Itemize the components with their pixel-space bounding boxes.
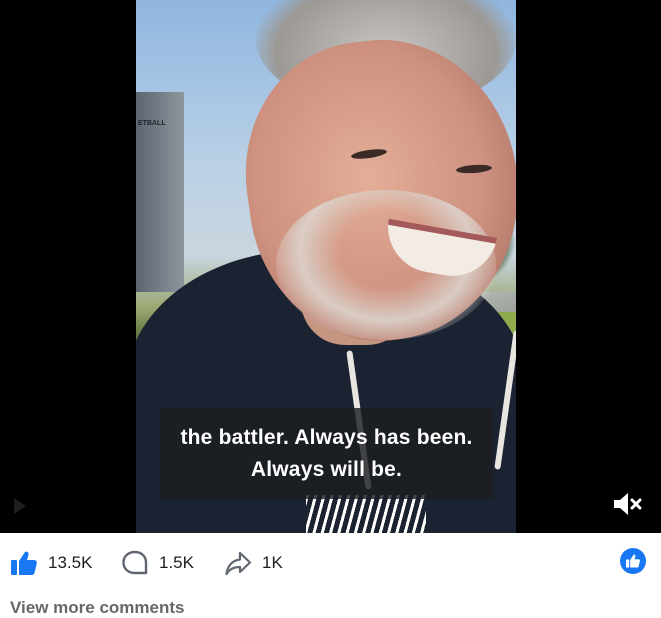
video-controls — [0, 490, 661, 520]
caption-line-1: the battler. Always has been. — [180, 425, 473, 449]
like-reaction-badge[interactable] — [620, 548, 646, 574]
sign-text: ETBALL — [138, 120, 166, 127]
like-button[interactable]: 13.5K — [10, 549, 92, 577]
play-icon[interactable] — [14, 498, 26, 514]
caption-text: the battler. Always has been. Always wil… — [180, 422, 472, 486]
comment-bubble-icon — [122, 550, 148, 575]
share-button[interactable]: 1K — [224, 549, 283, 577]
caption-line-2: Always will be. — [250, 457, 403, 481]
mute-button[interactable] — [610, 490, 644, 518]
speaker-muted-icon — [614, 493, 642, 515]
video-caption: the battler. Always has been. Always wil… — [160, 408, 493, 499]
video-player[interactable]: ETBALL the battler. Always has been. Alw… — [0, 0, 661, 533]
thumbs-up-icon — [11, 551, 37, 575]
share-arrow-icon — [225, 551, 252, 576]
comment-count: 1.5K — [159, 553, 194, 572]
share-count: 1K — [262, 553, 283, 572]
reaction-bar: 13.5K 1.5K 1K — [0, 533, 661, 593]
view-more-comments-link[interactable]: View more comments — [10, 598, 184, 618]
comment-button[interactable]: 1.5K — [121, 549, 194, 577]
like-reaction-badge-icon — [626, 554, 640, 568]
like-count: 13.5K — [48, 553, 93, 572]
